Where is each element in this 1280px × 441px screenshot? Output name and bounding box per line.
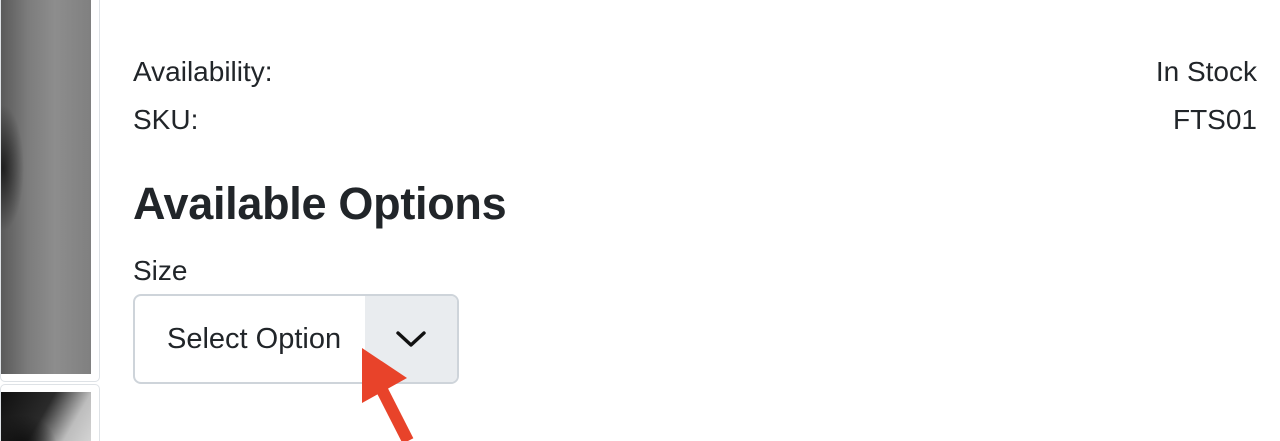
product-thumbnail-image [1, 0, 91, 374]
product-thumbnail[interactable] [0, 384, 100, 441]
size-label: Size [133, 255, 188, 286]
product-thumbnails [0, 0, 100, 441]
availability-label: Availability: [133, 56, 273, 87]
available-options-heading: Available Options [133, 178, 507, 229]
red-arrow-icon [362, 348, 414, 441]
sku-label: SKU: [133, 104, 199, 135]
sku-value: FTS01 [1172, 104, 1257, 135]
availability-value: In Stock [1155, 56, 1257, 87]
sku-row: SKU: FTS01 [133, 102, 1257, 138]
availability-row: Availability: In Stock [133, 54, 1257, 90]
size-select-value: Select Option [167, 322, 342, 355]
product-page: Availability: In Stock SKU: FTS01 Availa… [0, 0, 1280, 441]
product-thumbnail[interactable] [0, 0, 100, 382]
product-thumbnail-image [1, 392, 91, 441]
